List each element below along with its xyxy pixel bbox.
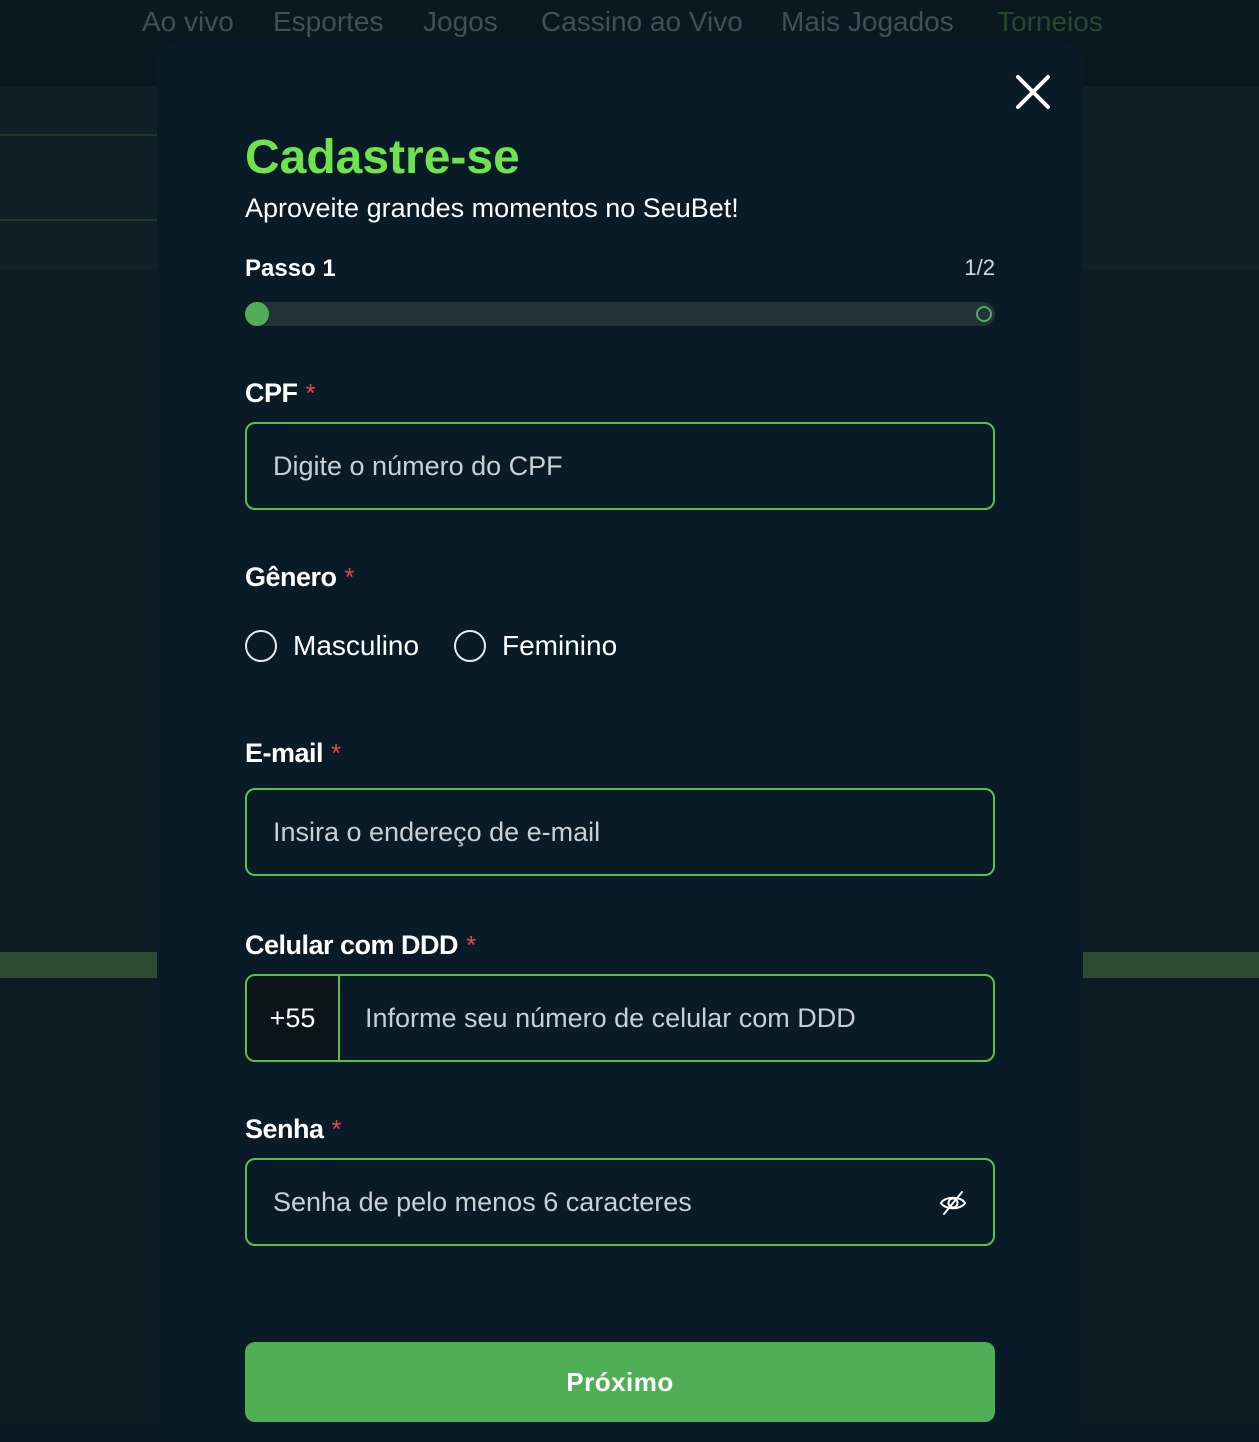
password-label: Senha * [245,1114,341,1145]
registration-modal: Cadastre-se Aproveite grandes momentos n… [157,42,1083,1442]
nav-item-cassino-ao-vivo[interactable]: Cassino ao Vivo [541,6,743,38]
phone-label-text: Celular com DDD [245,930,458,960]
cpf-input[interactable]: Digite o número do CPF [245,422,995,510]
cpf-placeholder: Digite o número do CPF [273,424,563,508]
email-input[interactable]: Insira o endereço de e-mail [245,788,995,876]
divider [0,134,160,136]
required-marker: * [332,1114,342,1144]
progress-current-dot [245,302,269,326]
gender-label-text: Gênero [245,562,337,592]
phone-field: +55 Informe seu número de celular com DD… [245,974,995,1062]
divider [0,219,160,221]
required-marker: * [331,738,341,768]
email-placeholder: Insira o endereço de e-mail [273,790,600,874]
next-button[interactable]: Próximo [245,1342,995,1422]
cpf-label: CPF * [245,378,315,409]
nav-item-jogos[interactable]: Jogos [423,6,498,38]
required-marker: * [345,562,355,592]
country-code-selector[interactable]: +55 [247,976,340,1060]
gender-label: Gênero * [245,562,354,593]
step-progress-bar [245,302,995,326]
nav-item-esportes[interactable]: Esportes [273,6,384,38]
eye-slash-icon [939,1189,967,1217]
radio-circle[interactable] [245,630,277,662]
phone-input[interactable]: Informe seu número de celular com DDD [365,976,856,1060]
phone-label: Celular com DDD * [245,930,476,961]
password-visibility-toggle[interactable] [939,1189,967,1217]
nav-item-torneios[interactable]: Torneios [997,6,1103,38]
close-button[interactable] [1013,72,1053,112]
nav-item-mais-jogados[interactable]: Mais Jogados [781,6,954,38]
radio-label: Masculino [293,627,419,665]
step-count: 1/2 [917,255,995,281]
required-marker: * [466,930,476,960]
close-icon [1013,72,1053,112]
radio-label: Feminino [502,627,617,665]
password-placeholder: Senha de pelo menos 6 caracteres [273,1160,692,1244]
password-label-text: Senha [245,1114,324,1144]
progress-final-dot [976,306,992,322]
cpf-label-text: CPF [245,378,298,408]
password-input[interactable]: Senha de pelo menos 6 caracteres [245,1158,995,1246]
radio-circle[interactable] [454,630,486,662]
modal-subtitle: Aproveite grandes momentos no SeuBet! [245,192,739,224]
email-label: E-mail * [245,738,341,769]
step-label: Passo 1 [245,255,336,283]
email-label-text: E-mail [245,738,323,768]
required-marker: * [306,378,316,408]
modal-title: Cadastre-se [245,130,520,186]
nav-item-ao-vivo[interactable]: Ao vivo [142,6,234,38]
